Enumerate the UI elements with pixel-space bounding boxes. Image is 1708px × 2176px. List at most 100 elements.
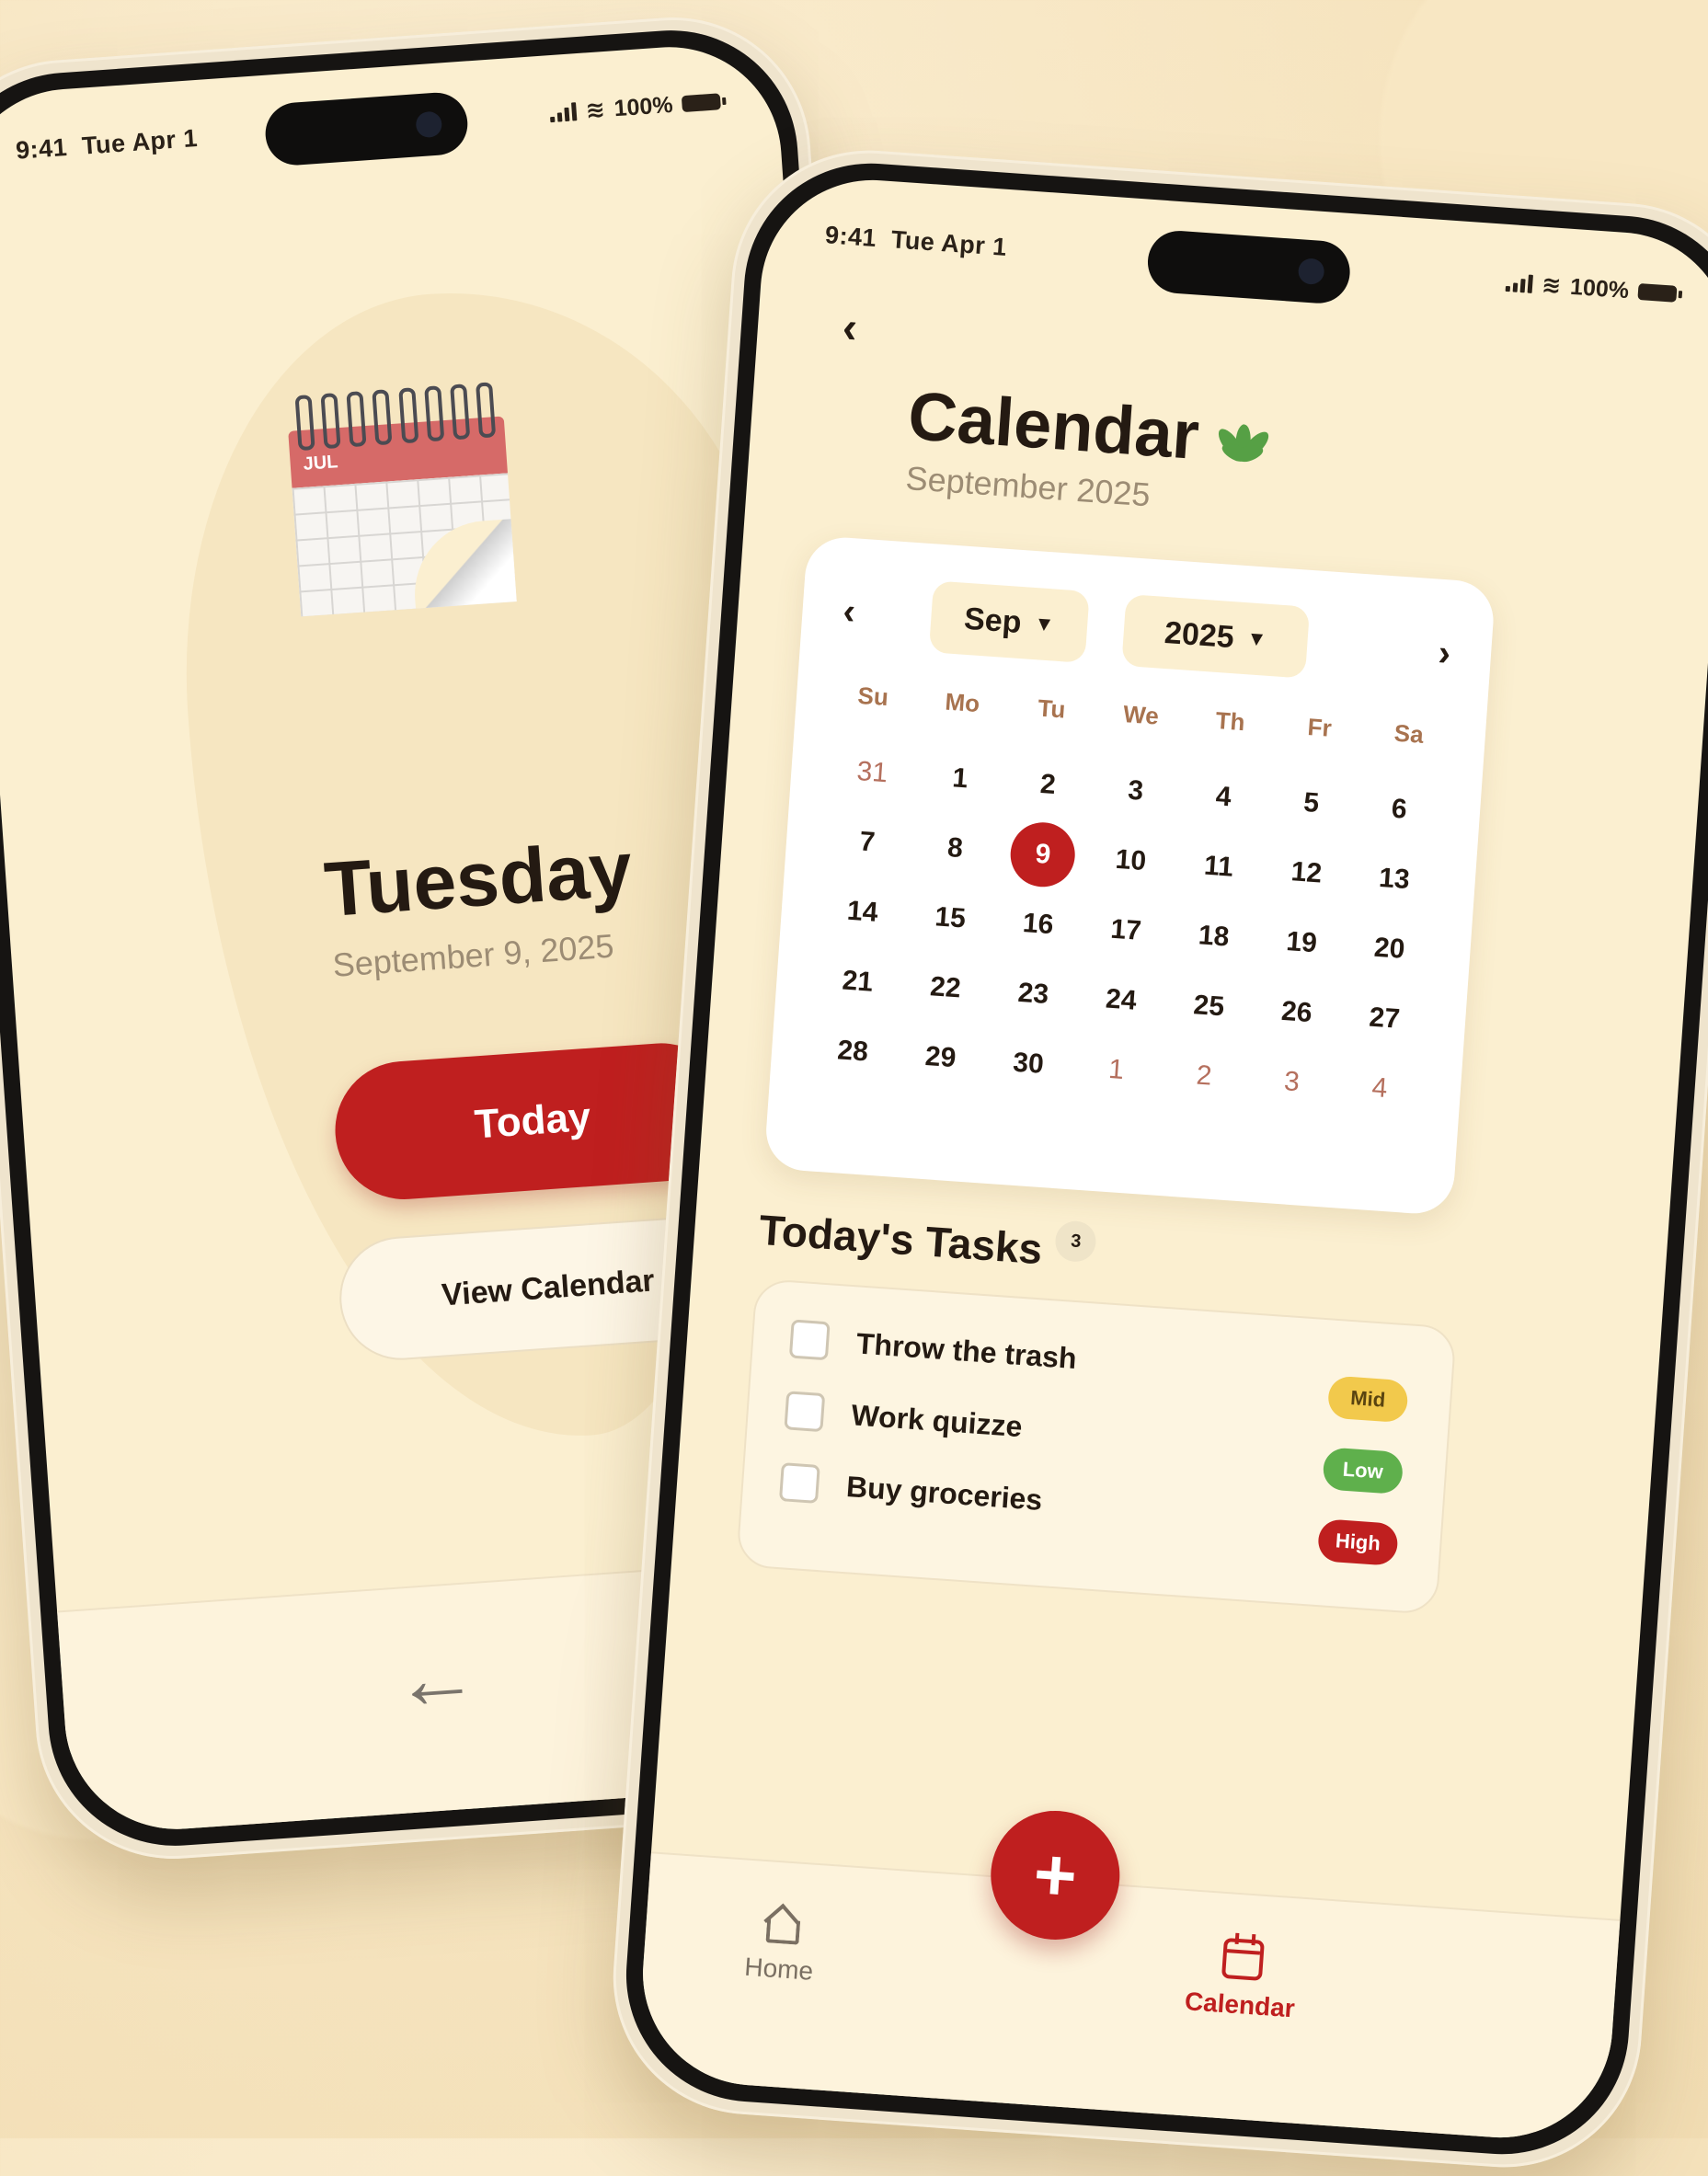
- calendar-day[interactable]: 20: [1343, 911, 1436, 987]
- back-chevron-icon[interactable]: ‹: [841, 303, 859, 354]
- calendar-day[interactable]: 4: [1334, 1050, 1427, 1126]
- status-indicators: ≋ 100%: [1505, 269, 1678, 308]
- calendar-day[interactable]: 25: [1163, 968, 1255, 1044]
- battery-percent: 100%: [613, 91, 674, 121]
- calendar-day[interactable]: 22: [899, 950, 992, 1025]
- next-month-chevron-icon[interactable]: ›: [1437, 633, 1451, 675]
- prev-month-chevron-icon[interactable]: ‹: [842, 591, 856, 634]
- calendar-day[interactable]: 8: [909, 810, 1002, 886]
- calendar-day-number: 11: [1202, 850, 1234, 883]
- task-item[interactable]: Work quizze: [784, 1391, 1024, 1446]
- calendar-day[interactable]: 21: [811, 944, 904, 1019]
- calendar-day-number: 21: [841, 965, 875, 998]
- calendar-day[interactable]: 12: [1260, 835, 1353, 910]
- weekday-label: Th: [1214, 706, 1246, 737]
- priority-badge-mid: Mid: [1326, 1375, 1409, 1424]
- calendar-day[interactable]: 26: [1250, 975, 1343, 1050]
- calendar-day-number: 29: [923, 1040, 957, 1074]
- calendar-day[interactable]: 30: [982, 1026, 1075, 1102]
- calendar-day-number: 23: [1016, 977, 1050, 1011]
- calendar-day[interactable]: 23: [987, 956, 1080, 1032]
- calendar-day-number: 7: [858, 826, 877, 858]
- calendar-day[interactable]: 16: [992, 887, 1084, 962]
- dynamic-island: [263, 90, 470, 167]
- calendar-day-number: 3: [1127, 774, 1145, 807]
- calendar-day[interactable]: 6: [1353, 772, 1446, 847]
- weekday-header-row: Su Mo Tu We Th Fr Sa: [832, 680, 1450, 751]
- calendar-day[interactable]: 24: [1074, 962, 1167, 1037]
- calendar-day[interactable]: 29: [894, 1020, 987, 1095]
- calendar-day-number: 8: [946, 832, 964, 865]
- calendar-day[interactable]: 7: [821, 805, 914, 880]
- calendar-day[interactable]: 28: [807, 1014, 900, 1089]
- calendar-day[interactable]: 5: [1265, 765, 1358, 841]
- page-title-text: Calendar: [905, 377, 1202, 474]
- calendar-day[interactable]: 11: [1173, 829, 1266, 904]
- calendar-day-selected[interactable]: 9: [997, 817, 1090, 892]
- weekday-label: Su: [856, 681, 889, 712]
- chevron-down-icon: ▼: [1033, 612, 1056, 636]
- calendar-day-number: 2: [1038, 768, 1057, 801]
- year-select[interactable]: 2025 ▼: [1121, 593, 1311, 679]
- task-checkbox[interactable]: [788, 1319, 831, 1361]
- calendar-icon: [1221, 1937, 1265, 1981]
- calendar-day[interactable]: 13: [1348, 842, 1441, 917]
- calendar-day-number: 17: [1109, 913, 1142, 946]
- priority-badge-high: High: [1316, 1518, 1399, 1566]
- month-select[interactable]: Sep ▼: [928, 580, 1090, 663]
- wifi-icon: ≋: [584, 97, 606, 124]
- calendar-day[interactable]: 15: [904, 880, 997, 956]
- task-item[interactable]: Buy groceries: [778, 1462, 1044, 1519]
- tab-bar: [635, 1851, 1621, 2146]
- signal-icon: [1505, 273, 1534, 293]
- calendar-day[interactable]: 19: [1255, 905, 1348, 980]
- calendar-day[interactable]: 17: [1080, 893, 1173, 968]
- status-indicators: ≋ 100%: [549, 87, 722, 127]
- calendar-phone: 9:41 Tue Apr 1 ≋ 100% ‹ Calendar Septemb…: [603, 141, 1708, 2176]
- leaf-icon: [1213, 409, 1273, 468]
- calendar-day-number: 1: [1107, 1053, 1126, 1085]
- task-checkbox[interactable]: [784, 1391, 826, 1433]
- calendar-day[interactable]: 31: [826, 735, 919, 810]
- calendar-day[interactable]: 14: [816, 875, 909, 950]
- wifi-icon: ≋: [1541, 271, 1563, 300]
- weekday-label: Mo: [944, 687, 981, 718]
- battery-icon: [681, 93, 721, 113]
- status-date-text: Tue Apr 1: [81, 124, 199, 160]
- calendar-day[interactable]: 27: [1338, 980, 1431, 1056]
- status-time: 9:41 Tue Apr 1: [824, 221, 1008, 262]
- year-select-value: 2025: [1163, 614, 1235, 655]
- status-date-text: Tue Apr 1: [889, 225, 1008, 261]
- calendar-day[interactable]: 2: [1158, 1038, 1251, 1114]
- calendar-day[interactable]: 10: [1084, 823, 1177, 899]
- dynamic-island: [1145, 228, 1352, 305]
- tab-calendar[interactable]: Calendar: [1184, 1935, 1300, 2023]
- tasks-count-badge: 3: [1054, 1220, 1098, 1264]
- signal-icon: [549, 102, 578, 123]
- calendar-day[interactable]: 1: [913, 741, 1006, 817]
- calendar-day-number: 3: [1283, 1066, 1301, 1098]
- calendar-illustration-month: JUL: [302, 452, 339, 475]
- tab-home[interactable]: Home: [743, 1905, 817, 1987]
- tasks-card: Throw the trash Work quizze Buy grocerie…: [735, 1277, 1457, 1616]
- calendar-day-number: 28: [836, 1035, 869, 1068]
- calendar-day[interactable]: 4: [1177, 760, 1270, 835]
- task-item[interactable]: Throw the trash: [788, 1319, 1078, 1378]
- calendar-day[interactable]: 3: [1089, 753, 1182, 829]
- tasks-heading-text: Today's Tasks: [757, 1205, 1044, 1274]
- status-time: 9:41 Tue Apr 1: [15, 124, 199, 166]
- calendar-day-number: 4: [1214, 781, 1232, 813]
- calendar-day-number: 20: [1372, 932, 1406, 965]
- task-checkbox[interactable]: [778, 1462, 820, 1504]
- task-label: Buy groceries: [845, 1469, 1044, 1517]
- calendar-day[interactable]: 1: [1070, 1032, 1163, 1107]
- calendar-day[interactable]: 2: [1002, 747, 1095, 822]
- calendar-day[interactable]: 18: [1167, 899, 1260, 974]
- calendar-day[interactable]: 3: [1245, 1045, 1338, 1120]
- days-grid: 31 1 2 3 4 5 6 7 8 9 10 11 12 13 14 15 16 17 18 19 20 21 22 23 2…: [807, 735, 1446, 1127]
- calendar-day-number: 26: [1280, 995, 1313, 1029]
- calendar-day-number: 30: [1012, 1047, 1045, 1080]
- back-arrow-icon[interactable]: ←: [391, 1628, 482, 1730]
- calendar-day-number: 19: [1285, 926, 1318, 959]
- calendar-day-number: 25: [1192, 990, 1226, 1023]
